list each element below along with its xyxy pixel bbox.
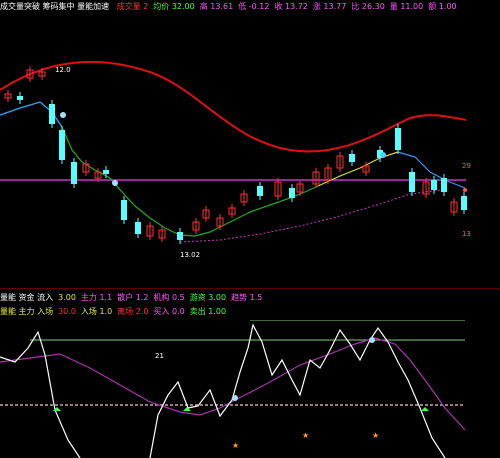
indicator-readout: 主力 1.1 bbox=[80, 293, 113, 302]
header-indicator: 成交量 2 bbox=[116, 2, 149, 11]
header-indicator: 涨 13.77 bbox=[312, 2, 347, 11]
right-label-1: 29 bbox=[462, 162, 471, 170]
indicator-readout: 机构 0.5 bbox=[153, 293, 185, 302]
indicator-readout: 散户 1.2 bbox=[117, 293, 149, 302]
indicator-title: 成交量突破 筹码集中 量能加速 bbox=[0, 2, 110, 11]
star-icon: ★ bbox=[232, 441, 239, 450]
indicator-readout: 游资 3.00 bbox=[189, 293, 227, 302]
star-icon: ★ bbox=[302, 431, 309, 440]
candlesticks bbox=[4, 66, 467, 244]
indicator-readout: 入场 1.0 bbox=[80, 307, 113, 316]
signal-dot bbox=[60, 112, 66, 118]
indicator-readout: 量能 主力 入场 bbox=[0, 307, 54, 316]
marker-label: 21 bbox=[155, 352, 164, 360]
slow-indicator-line bbox=[0, 337, 466, 431]
header-indicator: 比 26.30 bbox=[351, 2, 385, 11]
indicator-chart[interactable]: 21 ★ ★ ★ bbox=[0, 320, 500, 458]
indicator-header-line-2: 量能 主力 入场 30.0 入场 1.0 离场 2.0 买入 0.0 卖出 1.00 bbox=[0, 306, 500, 318]
header-indicator: 低 -0.12 bbox=[238, 2, 270, 11]
header-indicator: 高 13.61 bbox=[199, 2, 234, 11]
support-line bbox=[179, 189, 441, 243]
panel-divider bbox=[0, 288, 500, 289]
high-price-label: 12.0 bbox=[55, 66, 71, 74]
right-label-2: 13 bbox=[462, 230, 471, 238]
short-ma-line-green bbox=[0, 101, 319, 237]
indicator-header-line-1: 量能 资金 流入 3.00 主力 1.1 散户 1.2 机构 0.5 游资 3.00 趋势 … bbox=[0, 292, 500, 304]
header-indicator: 收 13.72 bbox=[274, 2, 308, 11]
header-indicator: 均价 32.00 bbox=[153, 2, 195, 11]
signal-dot bbox=[369, 337, 375, 343]
indicator-readout: 趋势 1.5 bbox=[231, 293, 263, 302]
signal-dot bbox=[380, 152, 386, 158]
indicator-readout: 30.0 bbox=[58, 307, 76, 316]
short-ma-line-yellow bbox=[317, 151, 399, 187]
indicator-readout: 量能 资金 流入 bbox=[0, 293, 54, 302]
star-icon: ★ bbox=[372, 431, 379, 440]
indicator-readout: 买入 0.0 bbox=[153, 307, 185, 316]
green-arrow-icon bbox=[421, 407, 429, 411]
header-indicators: 成交量 2 均价 32.00 高 13.61 低 -0.12 收 13.72 涨 13.7… bbox=[117, 2, 462, 11]
price-chart[interactable]: 12.0 13.02 29 13 8 bbox=[0, 12, 500, 282]
indicator-readout: 卖出 1.00 bbox=[189, 307, 227, 316]
low-price-label: 13.02 bbox=[180, 251, 200, 259]
signal-dot bbox=[232, 395, 238, 401]
header-indicator: 量 11.00 bbox=[389, 2, 424, 11]
signal-dot bbox=[112, 180, 118, 186]
indicator-readout: 离场 2.0 bbox=[117, 307, 149, 316]
header-indicator: 额 1.00 bbox=[428, 2, 457, 11]
signal-dot bbox=[463, 188, 467, 192]
indicator-readout: 3.00 bbox=[58, 293, 76, 302]
